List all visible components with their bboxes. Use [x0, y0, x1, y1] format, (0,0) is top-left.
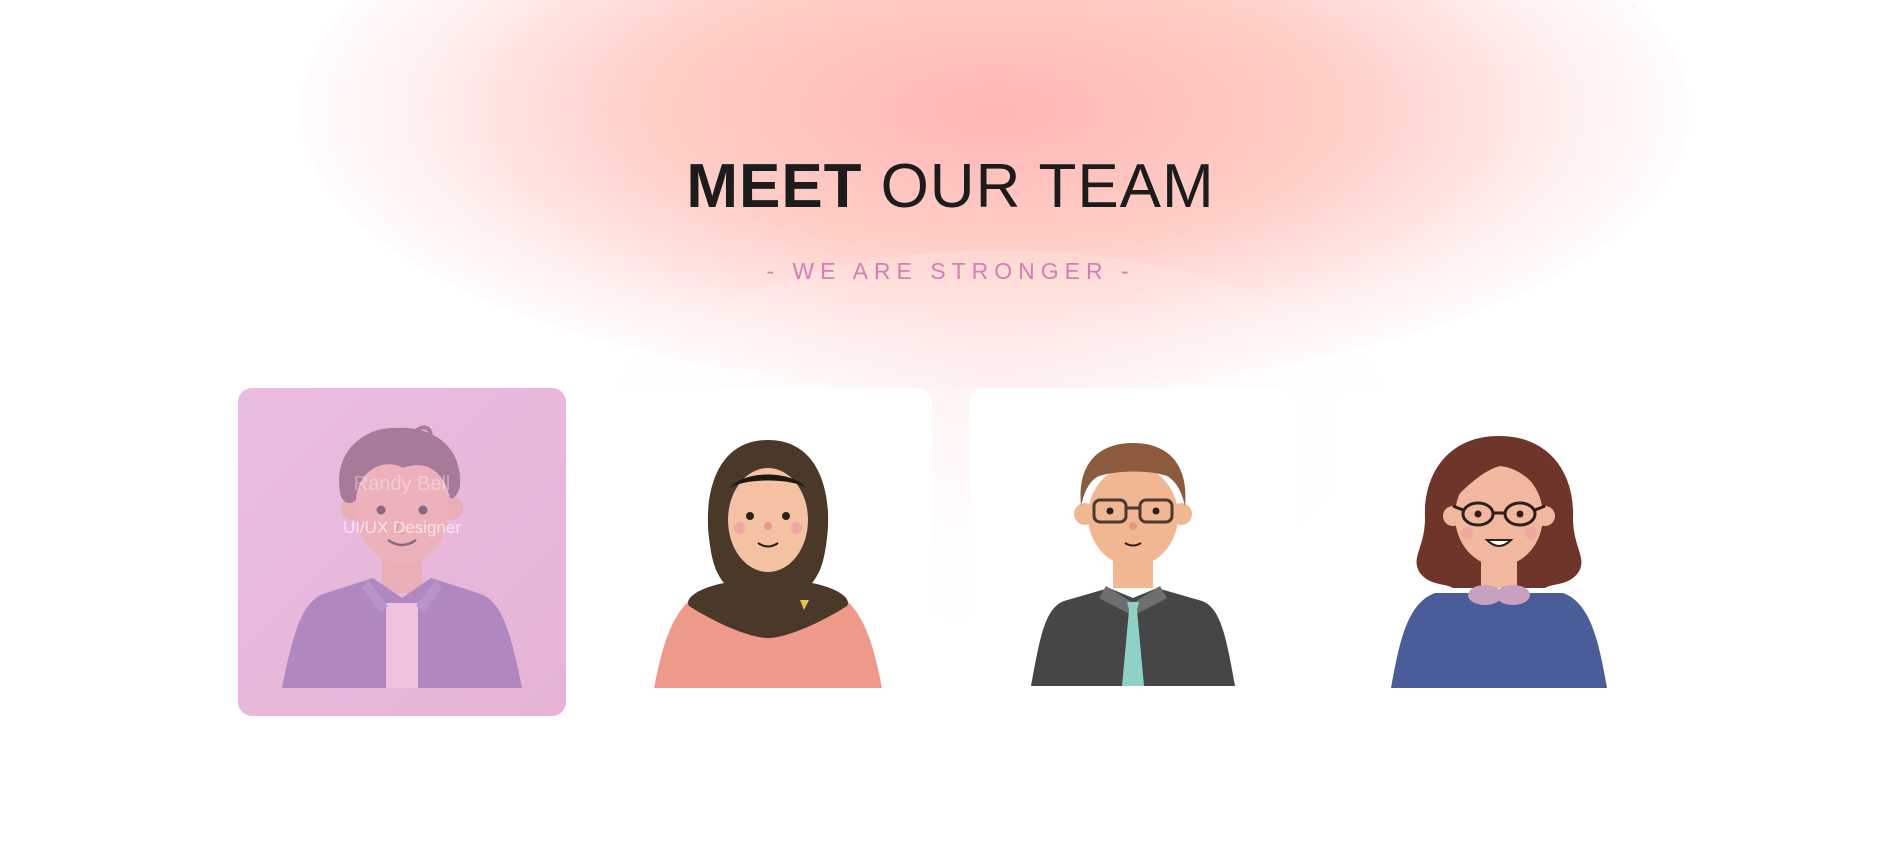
- woman-with-glasses-avatar: [1391, 436, 1607, 688]
- team-card-2[interactable]: [604, 388, 932, 716]
- team-card-1[interactable]: Randy Bell UI/UX Designer: [238, 388, 566, 716]
- young-man-avatar: [282, 425, 522, 688]
- man-with-glasses-avatar: [1031, 443, 1235, 686]
- page-title: MEET OUR TEAM: [0, 150, 1901, 224]
- team-card-4[interactable]: [1335, 388, 1663, 716]
- member-role: UI/UX Designer: [342, 518, 462, 537]
- hijab-woman-avatar: [654, 440, 882, 688]
- member-name: Randy Bell: [353, 473, 451, 495]
- page-subtitle: - WE ARE STRONGER -: [766, 258, 1135, 284]
- title-bold: MEET: [686, 152, 863, 221]
- team-card-3[interactable]: [969, 388, 1297, 716]
- title-light: OUR TEAM: [880, 152, 1215, 221]
